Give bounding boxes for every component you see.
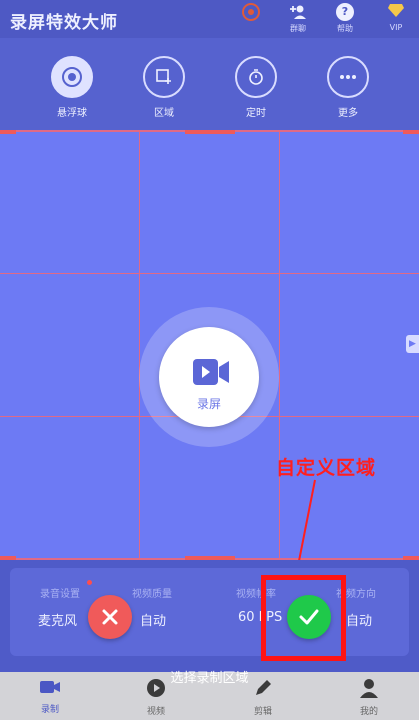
region-select-icon bbox=[143, 56, 185, 98]
group-chat-button[interactable]: 群聊 bbox=[280, 3, 316, 34]
settings-title-audio: 录音设置 bbox=[40, 589, 80, 600]
vip-diamond-icon bbox=[387, 3, 405, 21]
app-header: 录屏特效大师 群聊 ? 帮助 VIP bbox=[0, 0, 419, 38]
record-button[interactable]: 录屏 bbox=[159, 327, 259, 427]
annotation-text: 自定义区域 bbox=[276, 457, 377, 479]
app-title: 录屏特效大师 bbox=[10, 13, 118, 33]
grid-line bbox=[0, 273, 419, 274]
help-button[interactable]: ? 帮助 bbox=[327, 3, 363, 34]
help-caption: 帮助 bbox=[337, 24, 353, 33]
settings-value-quality[interactable]: 自动 bbox=[140, 610, 166, 629]
nav-label: 视频 bbox=[146, 707, 165, 717]
group-chat-caption: 群聊 bbox=[290, 24, 306, 33]
tool-label: 区域 bbox=[154, 108, 174, 119]
annotation-highlight-box bbox=[261, 575, 346, 661]
grid-line bbox=[279, 130, 280, 560]
expand-side-arrow-icon[interactable]: ▶ bbox=[406, 335, 419, 353]
tool-label: 定时 bbox=[246, 108, 266, 119]
tool-label: 更多 bbox=[338, 108, 358, 119]
corner-handle-top-right[interactable] bbox=[403, 130, 419, 134]
close-icon bbox=[102, 609, 118, 625]
tool-floating-ball[interactable]: 悬浮球 bbox=[40, 56, 104, 119]
help-icon: ? bbox=[336, 3, 354, 21]
record-button-label: 录屏 bbox=[196, 397, 221, 411]
notification-dot bbox=[87, 580, 92, 585]
tool-label: 悬浮球 bbox=[57, 108, 87, 119]
cancel-button[interactable] bbox=[88, 595, 132, 639]
timer-icon bbox=[235, 56, 277, 98]
grid-line bbox=[139, 130, 140, 560]
record-target-button[interactable] bbox=[233, 3, 269, 23]
settings-value-orientation[interactable]: 自动 bbox=[346, 610, 372, 629]
vip-caption: VIP bbox=[389, 23, 403, 32]
tool-more[interactable]: 更多 bbox=[316, 56, 380, 119]
nav-label: 我的 bbox=[359, 707, 378, 717]
tool-region[interactable]: 区域 bbox=[132, 56, 196, 119]
video-camera-icon bbox=[193, 359, 229, 389]
corner-handle-top-left[interactable] bbox=[0, 130, 16, 134]
edge-handle-top[interactable] bbox=[185, 130, 235, 134]
nav-label: 剪辑 bbox=[253, 707, 272, 717]
group-add-icon bbox=[289, 3, 307, 21]
floating-ball-icon bbox=[51, 56, 93, 98]
settings-value-audio[interactable]: 麦克风 bbox=[38, 610, 77, 629]
nav-label: 录制 bbox=[40, 705, 59, 715]
select-region-hint: 选择录制区域 bbox=[170, 671, 249, 686]
tool-timer[interactable]: 定时 bbox=[224, 56, 288, 119]
settings-title-quality: 视频质量 bbox=[132, 589, 172, 600]
tool-row: 悬浮球 区域 定时 更多 bbox=[0, 38, 419, 130]
vip-button[interactable]: VIP bbox=[378, 3, 414, 32]
more-dots-icon bbox=[327, 56, 369, 98]
record-target-icon bbox=[242, 3, 260, 21]
